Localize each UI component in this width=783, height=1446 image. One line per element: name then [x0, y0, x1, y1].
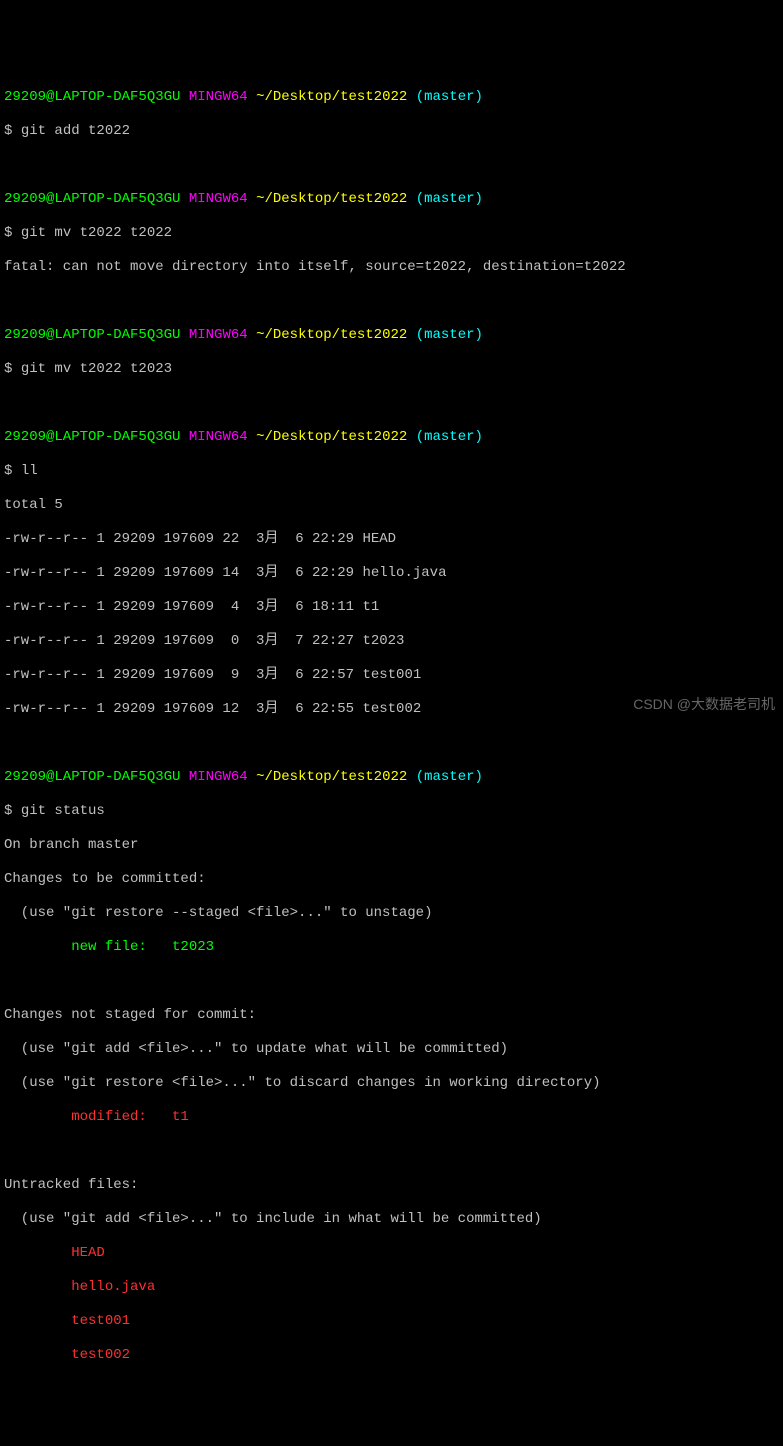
cwd: ~/Desktop/test2022 [256, 89, 407, 105]
status-section: Changes to be committed: [4, 871, 779, 888]
untracked-file: test001 [4, 1313, 779, 1330]
prompt-line: 29209@LAPTOP-DAF5Q3GU MINGW64 ~/Desktop/… [4, 191, 779, 208]
status-hint: (use "git restore --staged <file>..." to… [4, 905, 779, 922]
blank-line [4, 293, 779, 310]
status-section: Untracked files: [4, 1177, 779, 1194]
status-hint: (use "git add <file>..." to update what … [4, 1041, 779, 1058]
command-line: $ git status [4, 803, 779, 820]
ls-row: -rw-r--r-- 1 29209 197609 9 3月 6 22:57 t… [4, 667, 779, 684]
untracked-file: hello.java [4, 1279, 779, 1296]
command: git status [21, 803, 105, 819]
command: git mv t2022 t2023 [21, 361, 172, 377]
ls-total: total 5 [4, 497, 779, 514]
blank-line [4, 157, 779, 174]
blank-line [4, 1415, 779, 1432]
prompt-line: 29209@LAPTOP-DAF5Q3GU MINGW64 ~/Desktop/… [4, 89, 779, 106]
ls-row: -rw-r--r-- 1 29209 197609 4 3月 6 18:11 t… [4, 599, 779, 616]
prompt-line: 29209@LAPTOP-DAF5Q3GU MINGW64 ~/Desktop/… [4, 327, 779, 344]
watermark: CSDN @大数据老司机 [633, 696, 775, 713]
status-branch: On branch master [4, 837, 779, 854]
command-line: $ git mv t2022 t2022 [4, 225, 779, 242]
blank-line [4, 735, 779, 752]
prompt-line: 29209@LAPTOP-DAF5Q3GU MINGW64 ~/Desktop/… [4, 769, 779, 786]
prompt-line: 29209@LAPTOP-DAF5Q3GU MINGW64 ~/Desktop/… [4, 429, 779, 446]
blank-line [4, 1143, 779, 1160]
command-line: $ ll [4, 463, 779, 480]
terminal-output: 29209@LAPTOP-DAF5Q3GU MINGW64 ~/Desktop/… [4, 72, 779, 1446]
command-line: $ git mv t2022 t2023 [4, 361, 779, 378]
blank-line [4, 395, 779, 412]
blank-line [4, 1381, 779, 1398]
command: git mv t2022 t2022 [21, 225, 172, 241]
status-section: Changes not staged for commit: [4, 1007, 779, 1024]
command: git add t2022 [21, 123, 130, 139]
error-output: fatal: can not move directory into itsel… [4, 259, 779, 276]
user-host: 29209@LAPTOP-DAF5Q3GU [4, 89, 180, 105]
shell-name: MINGW64 [189, 89, 248, 105]
status-hint: (use "git restore <file>..." to discard … [4, 1075, 779, 1092]
status-new-file: new file: t2023 [4, 939, 779, 956]
untracked-file: test002 [4, 1347, 779, 1364]
ls-row: -rw-r--r-- 1 29209 197609 14 3月 6 22:29 … [4, 565, 779, 582]
git-branch: (master) [416, 89, 483, 105]
blank-line [4, 973, 779, 990]
command-line: $ git add t2022 [4, 123, 779, 140]
command: ll [21, 463, 38, 479]
status-modified: modified: t1 [4, 1109, 779, 1126]
status-hint: (use "git add <file>..." to include in w… [4, 1211, 779, 1228]
ls-row: -rw-r--r-- 1 29209 197609 22 3月 6 22:29 … [4, 531, 779, 548]
ls-row: -rw-r--r-- 1 29209 197609 0 3月 7 22:27 t… [4, 633, 779, 650]
untracked-file: HEAD [4, 1245, 779, 1262]
